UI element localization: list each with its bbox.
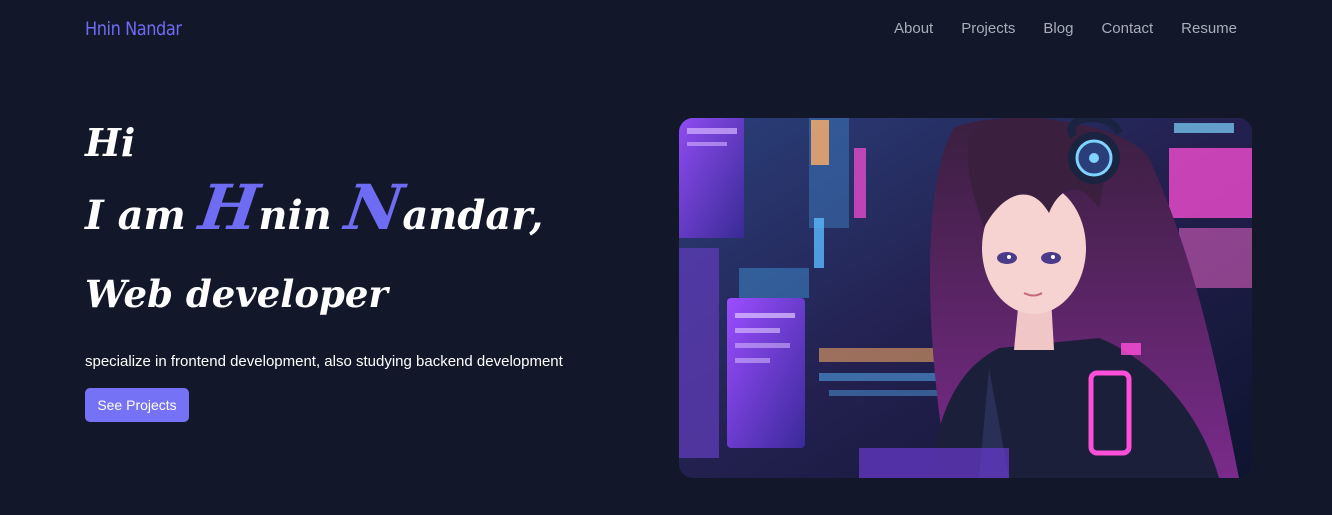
hero-tagline: specialize in frontend development, also… [85,353,563,370]
last-name-rest: andar, [402,192,544,239]
main-nav: About Projects Blog Contact Resume [894,20,1237,38]
nav-projects[interactable]: Projects [961,20,1015,38]
nav-about[interactable]: About [894,20,933,38]
last-name-initial: N [340,171,408,244]
anime-girl-illustration [679,118,1252,478]
hero-greeting: Hi [85,120,136,165]
hero-illustration [679,118,1252,478]
hero-intro: I am Hnin Nandar, [85,171,544,244]
see-projects-button[interactable]: See Projects [85,388,189,422]
nav-contact[interactable]: Contact [1101,20,1153,38]
first-name-rest: nin [258,192,346,239]
hero-role: Web developer [85,272,388,316]
portfolio-page: Hnin Nandar About Projects Blog Contact … [0,0,1332,515]
nav-resume[interactable]: Resume [1181,20,1237,38]
first-name-initial: H [194,171,264,244]
brand-logo[interactable]: Hnin Nandar [85,18,182,40]
nav-blog[interactable]: Blog [1043,20,1073,38]
intro-prefix: I am [85,192,200,239]
